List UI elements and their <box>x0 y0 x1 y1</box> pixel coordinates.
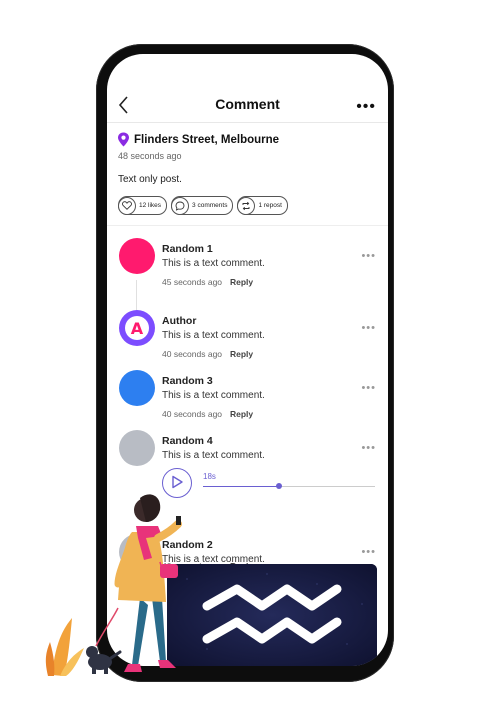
comment-more-icon[interactable]: ••• <box>361 322 376 334</box>
reply-button[interactable]: Reply <box>230 277 253 287</box>
header-bar: Comment ••• <box>107 54 388 123</box>
post-card: Flinders Street, Melbourne 48 seconds ag… <box>107 122 388 226</box>
repost-count: 1 repost <box>258 202 282 209</box>
comment-author[interactable]: Author <box>162 315 196 327</box>
location-pin-icon <box>118 132 129 147</box>
post-actions: 12 likes 3 comments 1 repost <box>118 196 288 215</box>
avatar[interactable] <box>119 430 155 466</box>
audio-player: 18s <box>162 468 377 500</box>
comment-timestamp: 45 seconds ago <box>162 277 223 287</box>
comment-timestamp: 40 seconds ago <box>162 409 223 419</box>
reply-button[interactable]: Reply <box>230 349 253 359</box>
audio-scrubber[interactable] <box>275 483 282 489</box>
comment-more-icon[interactable]: ••• <box>361 442 376 454</box>
reply-button[interactable]: Reply <box>230 409 253 419</box>
like-count: 12 likes <box>139 202 162 209</box>
comment-author[interactable]: Random 3 <box>162 375 213 387</box>
comment-author[interactable]: Random 2 <box>162 539 213 551</box>
avatar[interactable] <box>119 238 155 274</box>
avatar[interactable]: A <box>119 310 155 346</box>
more-icon[interactable]: ••• <box>356 98 376 116</box>
comment-author[interactable]: Random 4 <box>162 435 213 447</box>
play-button[interactable] <box>162 468 192 498</box>
comment-text: This is a text comment. <box>162 450 265 461</box>
comment-more-icon[interactable]: ••• <box>361 546 376 558</box>
like-button[interactable]: 12 likes <box>118 196 168 215</box>
avatar-letter: A <box>125 316 149 340</box>
page-title: Comment <box>215 96 280 112</box>
post-text: Text only post. <box>118 174 182 185</box>
repost-button[interactable]: 1 repost <box>237 196 288 215</box>
audio-progress <box>203 485 279 487</box>
comment-text: This is a text comment. <box>162 330 265 341</box>
audio-duration: 18s <box>203 472 216 481</box>
comment-image[interactable] <box>167 564 377 666</box>
comment-author[interactable]: Random 1 <box>162 243 213 255</box>
post-timestamp: 48 seconds ago <box>118 151 182 161</box>
comment-bubble-icon <box>171 196 190 215</box>
aquarius-waves-image <box>167 564 377 666</box>
comment-timestamp: 40 seconds ago <box>162 349 223 359</box>
screen: Comment ••• Flinders Street, Melbourne 4… <box>107 54 388 666</box>
post-location[interactable]: Flinders Street, Melbourne <box>134 134 279 146</box>
avatar[interactable] <box>119 370 155 406</box>
comment-text: This is a text comment. <box>162 390 265 401</box>
comment-count: 3 comments <box>192 202 228 209</box>
avatar[interactable] <box>119 534 155 570</box>
comment-text: This is a text comment. <box>162 258 265 269</box>
repost-icon <box>237 196 256 215</box>
play-icon <box>171 475 183 488</box>
comment-more-icon[interactable]: ••• <box>361 382 376 394</box>
heart-icon <box>118 196 136 215</box>
comments-button[interactable]: 3 comments <box>171 196 234 215</box>
comment-more-icon[interactable]: ••• <box>361 250 376 262</box>
